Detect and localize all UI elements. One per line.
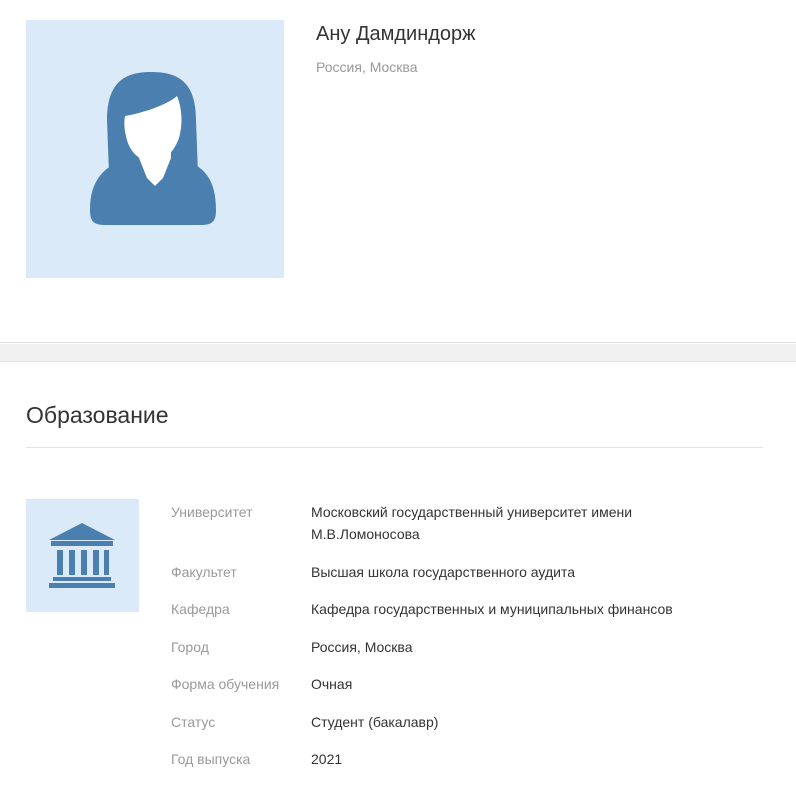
info-value: Студент (бакалавр) [311, 714, 439, 730]
university-logo[interactable] [26, 499, 139, 612]
info-label: Факультет [171, 564, 237, 580]
info-label: Форма обучения [171, 676, 280, 692]
info-row-faculty: Факультет Высшая школа государственного … [171, 561, 761, 583]
profile-name: Ану Дамдиндорж [316, 23, 476, 45]
section-title: Образование [26, 402, 169, 428]
info-value: Очная [311, 676, 353, 692]
info-label: Университет [171, 504, 253, 520]
education-info-table: Университет Московский государственный у… [171, 501, 761, 770]
section-gap [0, 344, 796, 362]
info-label: Город [171, 639, 209, 655]
info-row-department: Кафедра Кафедра государственных и муници… [171, 598, 761, 620]
info-value-link[interactable]: Московский государственный университет и… [311, 501, 731, 545]
profile-card: Ану Дамдиндорж Россия, Москва [0, 0, 796, 343]
female-user-silhouette-icon [90, 72, 216, 225]
profile-location: Россия, Москва [316, 59, 418, 75]
info-value-link[interactable]: Кафедра государственных и муниципальных … [311, 598, 731, 620]
info-row-graduation-year: Год выпуска 2021 [171, 748, 761, 770]
section-divider [26, 447, 763, 448]
info-row-status: Статус Студент (бакалавр) [171, 711, 761, 733]
info-row-university: Университет Московский государственный у… [171, 501, 761, 545]
info-value-link[interactable]: Высшая школа государственного аудита [311, 561, 731, 583]
education-card: Образование Университет Московский госуд… [0, 363, 796, 799]
university-building-icon [49, 523, 115, 588]
info-label: Год выпуска [171, 751, 251, 767]
info-value-link[interactable]: Россия, Москва [311, 636, 731, 658]
info-row-study-form: Форма обучения Очная [171, 673, 761, 695]
info-label: Кафедра [171, 601, 230, 617]
info-label: Статус [171, 714, 216, 730]
profile-avatar[interactable] [26, 20, 284, 278]
info-value-link[interactable]: 2021 [311, 748, 731, 770]
info-row-city: Город Россия, Москва [171, 636, 761, 658]
